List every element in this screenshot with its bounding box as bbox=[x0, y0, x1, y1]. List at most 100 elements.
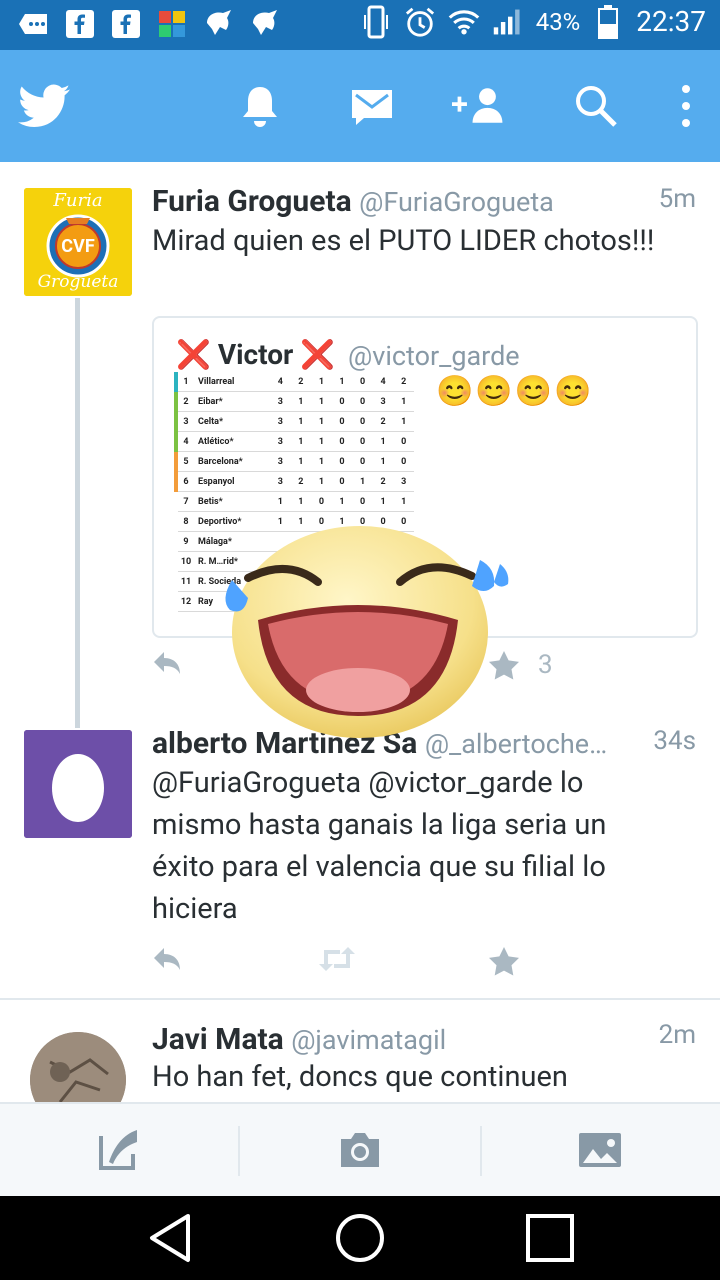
tweet-time: 34s bbox=[653, 726, 696, 756]
standings-cell: 3 bbox=[393, 471, 414, 492]
standings-cell: 1 bbox=[290, 431, 312, 452]
red-x-icon: ❌ bbox=[300, 338, 336, 371]
laughing-emoji-sticker bbox=[225, 526, 509, 738]
standings-team: Eibar* bbox=[194, 391, 270, 412]
standings-position: 6 bbox=[174, 471, 194, 492]
system-navigation-bar bbox=[0, 1196, 720, 1280]
status-bar: 43% 22:37 bbox=[0, 0, 720, 50]
standings-cell: 0 bbox=[393, 451, 414, 472]
author-name: Furia Grogueta bbox=[152, 184, 352, 219]
author-handle: @FuriaGrogueta bbox=[359, 186, 554, 218]
timeline: Furia CVF Grogueta Furia Grogueta @Furia… bbox=[0, 162, 720, 1102]
spartan-helmet-icon bbox=[248, 8, 280, 40]
avatar-text-top: Furia bbox=[53, 190, 103, 211]
standings-cell: 1 bbox=[270, 491, 291, 512]
standings-cell: 2 bbox=[290, 471, 312, 492]
separator bbox=[238, 1126, 240, 1176]
search-icon[interactable] bbox=[568, 78, 624, 134]
standings-cell: 3 bbox=[270, 431, 291, 452]
standings-cell: 1 bbox=[311, 451, 332, 472]
tweet-text: @FuriaGrogueta @victor_garde lo mismo ha… bbox=[152, 766, 607, 926]
standings-row: 1 Villarreal 4 2 1 1 0 4 2 bbox=[174, 372, 414, 392]
standings-cell: 0 bbox=[311, 491, 332, 512]
standings-team: Betis* bbox=[194, 491, 270, 512]
standings-row: 5 Barcelona* 3 1 1 0 0 1 0 bbox=[174, 451, 414, 472]
bottom-action-bar bbox=[0, 1102, 720, 1198]
standings-position: 3 bbox=[174, 411, 194, 432]
reply-icon[interactable] bbox=[152, 650, 182, 676]
standings-cell: 2 bbox=[372, 471, 394, 492]
facebook-icon bbox=[110, 8, 142, 40]
favorite-count: 3 bbox=[538, 650, 553, 680]
standings-cell: 3 bbox=[270, 411, 291, 432]
standings-cell: 4 bbox=[270, 372, 291, 392]
notifications-bell-icon[interactable] bbox=[232, 78, 288, 134]
standings-position: 2 bbox=[174, 391, 194, 412]
standings-cell: 0 bbox=[352, 431, 373, 452]
add-user-icon[interactable] bbox=[452, 78, 508, 134]
standings-cell: 1 bbox=[311, 372, 332, 392]
avatar[interactable]: Furia CVF Grogueta bbox=[24, 188, 132, 296]
battery-icon bbox=[592, 4, 624, 39]
avatar-badge: CVF bbox=[61, 236, 95, 257]
standings-cell: 0 bbox=[393, 431, 414, 452]
standings-cell: 0 bbox=[352, 491, 373, 512]
standings-cell: 3 bbox=[270, 391, 291, 412]
retweet-icon[interactable] bbox=[318, 946, 356, 972]
tweet-author[interactable]: Furia Grogueta @FuriaGrogueta bbox=[152, 184, 554, 219]
standings-position: 7 bbox=[176, 491, 194, 512]
standings-cell: 0 bbox=[352, 451, 373, 472]
author-name: Javi Mata bbox=[152, 1022, 284, 1057]
gallery-image-icon[interactable] bbox=[570, 1122, 630, 1178]
standings-cell: 1 bbox=[311, 431, 332, 452]
star-icon[interactable] bbox=[488, 946, 520, 976]
twitter-bird-icon[interactable] bbox=[16, 78, 72, 134]
alarm-icon bbox=[404, 6, 436, 38]
avatar-text-bottom: Grogueta bbox=[37, 272, 119, 292]
facebook-icon bbox=[64, 8, 96, 40]
battery-percent: 43% bbox=[535, 7, 581, 36]
standings-team: Celta* bbox=[194, 411, 270, 432]
spartan-helmet-icon bbox=[202, 8, 234, 40]
standings-cell: 1 bbox=[311, 411, 332, 432]
standings-cell: 1 bbox=[372, 491, 394, 512]
standings-team: Atlético* bbox=[194, 431, 270, 452]
tweet-actions bbox=[152, 946, 692, 986]
standings-team: Espanyol bbox=[194, 471, 270, 492]
quoted-emojis: 😊😊😊😊 bbox=[436, 374, 594, 409]
standings-cell: 1 bbox=[393, 491, 414, 512]
messages-envelope-icon[interactable] bbox=[344, 78, 400, 134]
conversation-thread-line bbox=[75, 298, 80, 728]
message-icon bbox=[18, 8, 50, 40]
standings-position: 10 bbox=[176, 551, 194, 572]
recent-apps-icon[interactable] bbox=[520, 1210, 580, 1266]
divider bbox=[0, 998, 720, 1000]
standings-position: 5 bbox=[174, 451, 194, 472]
standings-cell: 1 bbox=[393, 391, 414, 412]
football-avatar-icon bbox=[30, 1032, 126, 1102]
standings-cell: 1 bbox=[290, 451, 312, 472]
standings-cell: 0 bbox=[331, 411, 353, 432]
camera-icon[interactable] bbox=[330, 1122, 390, 1178]
tweet-author[interactable]: Javi Mata @javimatagil bbox=[152, 1022, 446, 1057]
tweet-text: Ho han fet, doncs que continuen bbox=[152, 1060, 568, 1094]
standings-cell: 2 bbox=[372, 411, 394, 432]
vibrate-icon bbox=[360, 5, 392, 38]
standings-position: 11 bbox=[176, 571, 194, 592]
compose-tweet-icon[interactable] bbox=[90, 1122, 150, 1178]
standings-cell: 4 bbox=[372, 372, 394, 392]
standings-row: 3 Celta* 3 1 1 0 0 2 1 bbox=[174, 411, 414, 432]
standings-team: Villarreal bbox=[194, 372, 270, 392]
clock: 22:37 bbox=[636, 5, 706, 38]
standings-position: 8 bbox=[176, 511, 194, 532]
quoted-author-handle: @victor_garde bbox=[348, 340, 520, 372]
home-icon[interactable] bbox=[330, 1210, 390, 1266]
avatar[interactable] bbox=[24, 730, 132, 838]
overflow-menu-icon[interactable] bbox=[658, 78, 714, 134]
signal-icon bbox=[492, 6, 524, 38]
standings-row: 2 Eibar* 3 1 1 0 0 3 1 bbox=[174, 391, 414, 412]
reply-icon[interactable] bbox=[152, 946, 182, 972]
back-icon[interactable] bbox=[140, 1210, 200, 1266]
tweet-time: 2m bbox=[658, 1020, 696, 1050]
avatar[interactable] bbox=[30, 1032, 126, 1102]
